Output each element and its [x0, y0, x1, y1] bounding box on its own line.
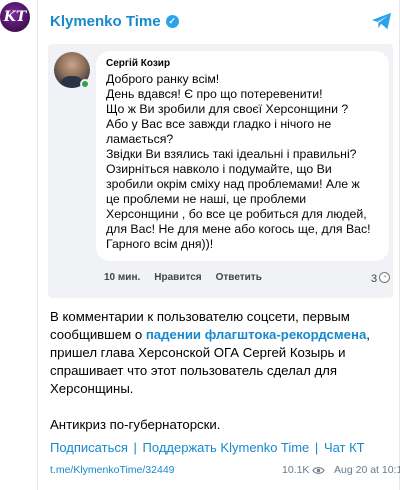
- channel-name[interactable]: Klymenko Time: [50, 13, 161, 30]
- comment-line: зробили окрім сміху над проблемами! Але …: [106, 177, 360, 191]
- footer-links: Подписаться | Поддержать Klymenko Time |…: [50, 440, 365, 455]
- post-closing-line: Антикриз по-губернаторски.: [50, 417, 221, 432]
- channel-avatar[interactable]: KT: [0, 2, 30, 32]
- views-count: 10.1K: [282, 464, 310, 476]
- online-status-icon: [80, 79, 90, 89]
- support-link[interactable]: Поддержать Klymenko Time: [143, 440, 310, 455]
- reaction-count: 3: [371, 273, 378, 285]
- comment-line: Звідки Ви взялись такі ідеальні і правил…: [106, 147, 357, 161]
- comment-meta: 10 мин. Нравится Ответить: [104, 272, 262, 283]
- footer-separator: |: [314, 440, 319, 455]
- subscribe-link[interactable]: Подписаться: [50, 440, 128, 455]
- verified-icon: ✓: [165, 14, 179, 28]
- views-counter: 10.1K: [282, 464, 326, 476]
- footer-separator: |: [133, 440, 137, 455]
- comment-line: це проблеми не наші, це проблеми: [106, 192, 307, 206]
- comment-bubble: Сергій Козир Доброго ранку всім! День вд…: [96, 51, 389, 261]
- post-card: Klymenko Time ✓ Сергій Козир Доброго ран…: [37, 0, 400, 490]
- comment-line: Гарного всім дня))!: [106, 237, 214, 251]
- post-date: Aug 20 at 10:11: [334, 464, 400, 476]
- reply-button: Ответить: [215, 272, 262, 283]
- like-reaction-icon: ◔: [379, 272, 390, 283]
- chat-link[interactable]: Чат КТ: [324, 440, 365, 455]
- post-permalink[interactable]: t.me/KlymenkoTime/32449: [50, 464, 175, 476]
- comment-line: День вдався! Є про що потеревенити!: [106, 87, 323, 101]
- post-footer: t.me/KlymenkoTime/32449 10.1K Aug 20 at …: [50, 462, 400, 478]
- comment-line: Озирніться навколо і подумайте, що Ви: [106, 162, 332, 176]
- eye-icon: [312, 466, 326, 474]
- post-paragraph: В комментарии к пользователю соцсети, пе…: [50, 308, 390, 398]
- post-body: В комментарии к пользователю соцсети, пе…: [50, 308, 390, 434]
- post-inline-link[interactable]: падении флагштока-рекордсмена: [146, 327, 366, 342]
- comment-screenshot: Сергій Козир Доброго ранку всім! День вд…: [48, 44, 393, 298]
- comment-line: Або у Вас все завжди гладко і нічого не: [106, 117, 332, 131]
- post-header: Klymenko Time ✓: [50, 10, 179, 32]
- channel-avatar-text: KT: [3, 9, 27, 25]
- like-button: Нравится: [154, 272, 202, 283]
- comment-line: Доброго ранку всім!: [106, 72, 220, 86]
- comment-line: Херсонщини , бо все це робиться для люде…: [106, 207, 367, 221]
- comment-line: ламається?: [106, 132, 174, 146]
- comment-time: 10 мин.: [104, 272, 141, 283]
- share-icon[interactable]: [371, 11, 393, 31]
- comment-line: Що ж Ви зробили для своєї Херсонщини ?: [106, 102, 349, 116]
- comment-line: для Вас! Не для мене або когось ще, для …: [106, 222, 371, 236]
- comment-author: Сергій Козир: [106, 58, 171, 69]
